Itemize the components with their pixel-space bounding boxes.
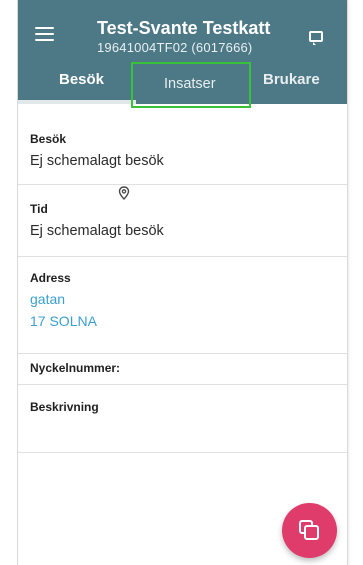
floating-action-button[interactable] [282, 503, 337, 558]
time-section: Tid Ej schemalagt besök [18, 184, 347, 257]
key-number-label: Nyckelnummer: [30, 361, 121, 375]
menu-icon-line [35, 33, 54, 36]
menu-icon-line [35, 39, 54, 42]
description-section: Beskrivning [18, 384, 347, 453]
menu-button[interactable] [35, 27, 57, 47]
highlight-box [131, 62, 251, 108]
phone-screen: Test-Svante Testkatt 19641004TF02 (60176… [18, 0, 347, 565]
time-value: Ej schemalagt besök [30, 223, 164, 239]
address-label: Adress [30, 271, 71, 285]
chat-icon[interactable] [309, 31, 323, 45]
key-number-section: Nyckelnummer: [18, 353, 347, 385]
page-title: Test-Svante Testkatt [97, 18, 271, 38]
tab-brukare[interactable]: Brukare [263, 71, 320, 88]
time-label: Tid [30, 202, 48, 216]
tab-besok[interactable]: Besök [59, 71, 104, 88]
address-section: Adress gatan 17 SOLNA [18, 256, 347, 354]
visit-section: Besök Ej schemalagt besök [18, 104, 347, 185]
address-street-link[interactable]: gatan [30, 291, 65, 307]
copy-icon [299, 520, 319, 540]
description-label: Beskrivning [30, 400, 99, 414]
visit-label: Besök [30, 132, 67, 146]
menu-icon [35, 27, 54, 30]
address-city-link[interactable]: 17 SOLNA [30, 313, 97, 329]
location-pin-icon[interactable] [118, 186, 130, 200]
visit-value: Ej schemalagt besök [30, 153, 164, 169]
page-subtitle: 19641004TF02 (6017666) [97, 40, 253, 55]
